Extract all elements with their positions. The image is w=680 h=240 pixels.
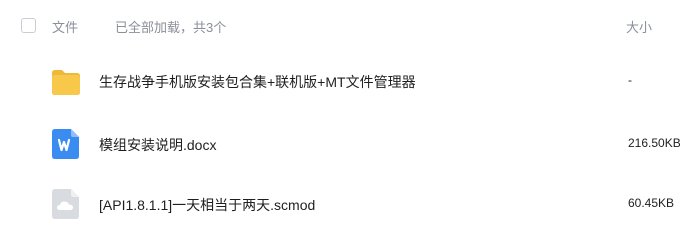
file-list-header: 文件 已全部加载，共3个 大小 [0,0,680,52]
file-row[interactable]: [API1.8.1.1]一天相当于两天.scmod 60.45KB [0,175,680,233]
file-row[interactable]: 生存战争手机版安装包合集+联机版+MT文件管理器 - [0,52,680,110]
file-size: - [628,73,632,87]
load-status-text: 已全部加载，共3个 [115,20,227,35]
file-name[interactable]: [API1.8.1.1]一天相当于两天.scmod [99,195,315,215]
file-name[interactable]: 模组安装说明.docx [99,135,216,155]
word-doc-icon [51,128,81,160]
file-row[interactable]: 模组安装说明.docx 216.50KB [0,115,680,173]
file-name[interactable]: 生存战争手机版安装包合集+联机版+MT文件管理器 [99,72,416,92]
column-header-name[interactable]: 文件 [52,17,78,36]
folder-icon [51,65,81,97]
column-header-size[interactable]: 大小 [626,17,652,36]
select-all-checkbox[interactable] [21,18,36,33]
cloud-file-icon [51,188,81,220]
file-size: 60.45KB [628,196,675,210]
file-size: 216.50KB [628,136,680,150]
